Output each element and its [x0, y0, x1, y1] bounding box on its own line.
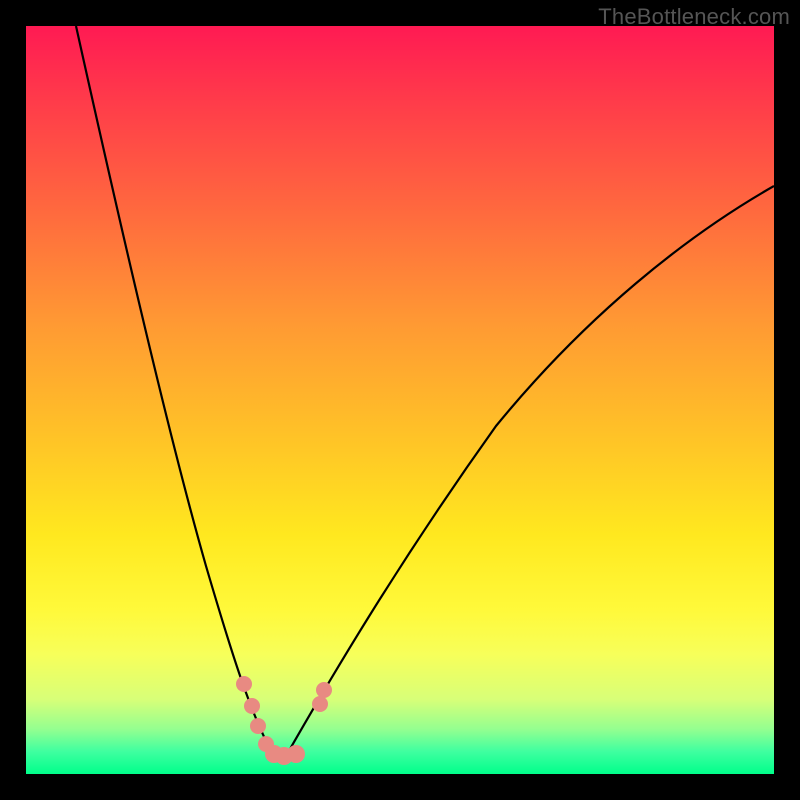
valley-dot — [244, 698, 260, 714]
chart-svg — [26, 26, 774, 774]
valley-dot — [312, 696, 328, 712]
right-curve — [286, 186, 774, 756]
valley-dot — [316, 682, 332, 698]
left-curve — [76, 26, 274, 756]
valley-dots — [236, 676, 332, 765]
valley-dot — [236, 676, 252, 692]
chart-plot-area — [26, 26, 774, 774]
valley-dot — [287, 745, 305, 763]
valley-dot — [250, 718, 266, 734]
